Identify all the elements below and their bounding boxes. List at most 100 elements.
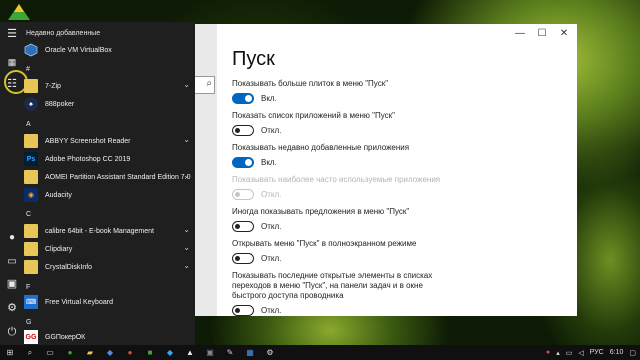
tiles-icon[interactable]: ▦: [0, 52, 24, 72]
search-icon[interactable]: ⌕: [20, 345, 40, 360]
tray-overflow-icon[interactable]: ▴: [556, 349, 560, 357]
taskbar-app-icon[interactable]: ✎: [220, 345, 240, 360]
section-header-hash: #: [26, 66, 30, 73]
tray-app-icon[interactable]: ●: [546, 349, 550, 356]
list-item-888poker[interactable]: ♠ 888poker: [24, 95, 190, 113]
taskbar-app-icon[interactable]: ◆: [100, 345, 120, 360]
chevron-down-icon: ⌄: [183, 171, 190, 180]
list-item-photoshop[interactable]: Ps Adobe Photoshop CC 2019: [24, 150, 190, 168]
list-item-virtualbox[interactable]: Oracle VM VirtualBox: [24, 41, 190, 59]
app-label: Free Virtual Keyboard: [45, 298, 113, 306]
system-tray: ● ▴ ▭ ◁ РУС 6:10 ▢: [546, 345, 636, 360]
user-account-icon[interactable]: ●: [0, 228, 24, 248]
pictures-icon[interactable]: ▣: [0, 274, 24, 294]
recently-added-toggle[interactable]: [232, 157, 254, 168]
toggle-state: Откл.: [261, 222, 282, 231]
start-settings-page: Пуск Показывать больше плиток в меню "Пу…: [232, 48, 562, 316]
close-button[interactable]: ✕: [549, 26, 577, 42]
setting-most-used: Показывать наиболее часто используемые п…: [232, 175, 562, 200]
app-label: Clipdiary: [45, 245, 73, 253]
hamburger-menu-icon[interactable]: ☰: [0, 24, 24, 44]
documents-icon[interactable]: ▭: [0, 252, 24, 272]
network-icon[interactable]: ▭: [566, 349, 573, 357]
start-menu: ☰ ▦ ☷ ● ▭ ▣ ⚙ ⏻ Недавно добавленные Orac…: [0, 22, 195, 345]
chevron-down-icon: ⌄: [183, 243, 190, 252]
setting-label: Иногда показывать предложения в меню "Пу…: [232, 207, 410, 216]
jump-lists-toggle[interactable]: [232, 305, 254, 316]
taskbar-app-icon[interactable]: ▣: [200, 345, 220, 360]
list-item-abbyy[interactable]: ABBYY Screenshot Reader ⌄: [24, 132, 190, 150]
app-label: Oracle VM VirtualBox: [45, 46, 112, 54]
notifications-icon[interactable]: ▢: [629, 349, 636, 357]
toggle-state: Откл.: [261, 254, 282, 263]
chevron-down-icon: ⌄: [183, 261, 190, 270]
section-header-c: C: [26, 211, 32, 218]
suggestions-toggle[interactable]: [232, 221, 254, 232]
page-title: Пуск: [232, 48, 275, 70]
ggpoker-icon: GG: [24, 330, 38, 344]
virtualbox-icon: [24, 43, 38, 57]
folder-icon: [24, 224, 38, 238]
taskbar-app-icon[interactable]: ■: [140, 345, 160, 360]
settings-nav-pane: ⌕: [195, 24, 217, 316]
app-label: Adobe Photoshop CC 2019: [45, 155, 131, 163]
setting-recently-added: Показывать недавно добавленные приложени…: [232, 143, 562, 168]
setting-label: Показывать наиболее часто используемые п…: [232, 175, 441, 184]
app-label: 7-Zip: [45, 82, 61, 90]
setting-label: Открывать меню "Пуск" в полноэкранном ре…: [232, 239, 417, 248]
app-label: calibre 64bit - E-book Management: [45, 227, 154, 235]
search-icon: ⌕: [206, 78, 212, 89]
folder-icon: [24, 79, 38, 93]
power-icon[interactable]: ⏻: [0, 322, 24, 342]
app-label: ABBYY Screenshot Reader: [45, 137, 131, 145]
folder-icon: [24, 242, 38, 256]
setting-app-list: Показать список приложений в меню "Пуск"…: [232, 111, 562, 136]
keyboard-icon: ⌨: [24, 295, 38, 309]
most-used-toggle: [232, 189, 254, 200]
app-list-toggle[interactable]: [232, 125, 254, 136]
list-item-aomei[interactable]: AOMEI Partition Assistant Standard Editi…: [24, 168, 191, 186]
taskbar: ⊞ ⌕ ▭ ● ▰ ◆ ● ■ ◆ ▲ ▣ ✎ ▦ ⚙ ● ▴ ▭ ◁ РУС …: [0, 345, 640, 360]
888poker-icon: ♠: [24, 97, 38, 111]
list-item-crystaldiskinfo[interactable]: CrystalDiskInfo ⌄: [24, 258, 190, 276]
more-tiles-toggle[interactable]: [232, 93, 254, 104]
audacity-icon: ◉: [24, 188, 38, 202]
settings-gear-icon[interactable]: ⚙: [0, 298, 24, 318]
app-list: Недавно добавленные Oracle VM VirtualBox…: [24, 22, 195, 345]
photoshop-icon: Ps: [24, 152, 38, 166]
fullscreen-toggle[interactable]: [232, 253, 254, 264]
taskbar-app-icon[interactable]: ●: [60, 345, 80, 360]
folder-icon: [24, 260, 38, 274]
windows-start-icon[interactable]: ⊞: [0, 345, 20, 360]
volume-icon[interactable]: ◁: [578, 349, 583, 357]
list-item-calibre[interactable]: calibre 64bit - E-book Management ⌄: [24, 222, 190, 240]
settings-window: ⌕ — ☐ ✕ Пуск Показывать больше плиток в …: [195, 24, 577, 316]
section-header-g: G: [26, 319, 32, 326]
file-explorer-icon[interactable]: ▰: [80, 345, 100, 360]
list-item-clipdiary[interactable]: Clipdiary ⌄: [24, 240, 190, 258]
taskbar-app-icon[interactable]: ▲: [180, 345, 200, 360]
list-item-7zip[interactable]: 7-Zip ⌄: [24, 77, 190, 95]
chevron-down-icon: ⌄: [183, 225, 190, 234]
toggle-state: Откл.: [261, 306, 282, 315]
taskbar-app-icon[interactable]: ▦: [240, 345, 260, 360]
settings-taskbar-icon[interactable]: ⚙: [260, 345, 280, 360]
folder-icon: [24, 170, 38, 184]
list-item-audacity[interactable]: ◉ Audacity: [24, 186, 190, 204]
desktop-shortcut-icon[interactable]: [6, 2, 32, 22]
settings-search-input[interactable]: ⌕: [195, 76, 215, 94]
toggle-state: Откл.: [261, 126, 282, 135]
setting-label: Показывать больше плиток в меню "Пуск": [232, 79, 389, 88]
taskbar-app-icon[interactable]: ◆: [160, 345, 180, 360]
taskbar-app-icon[interactable]: ●: [120, 345, 140, 360]
task-view-icon[interactable]: ▭: [40, 345, 60, 360]
list-item-ggpokerok[interactable]: GG GGПокерОК: [24, 328, 190, 346]
setting-label: Показать список приложений в меню "Пуск": [232, 111, 395, 120]
clock[interactable]: 6:10: [610, 349, 624, 356]
language-indicator[interactable]: РУС: [590, 349, 604, 356]
start-rail: ☰ ▦ ☷ ● ▭ ▣ ⚙ ⏻: [0, 22, 28, 345]
setting-jump-lists: Показывать последние открытые элементы в…: [232, 271, 562, 316]
list-item-free-virtual-keyboard[interactable]: ⌨ Free Virtual Keyboard: [24, 293, 190, 311]
setting-fullscreen: Открывать меню "Пуск" в полноэкранном ре…: [232, 239, 562, 264]
toggle-state: Откл.: [261, 190, 282, 199]
